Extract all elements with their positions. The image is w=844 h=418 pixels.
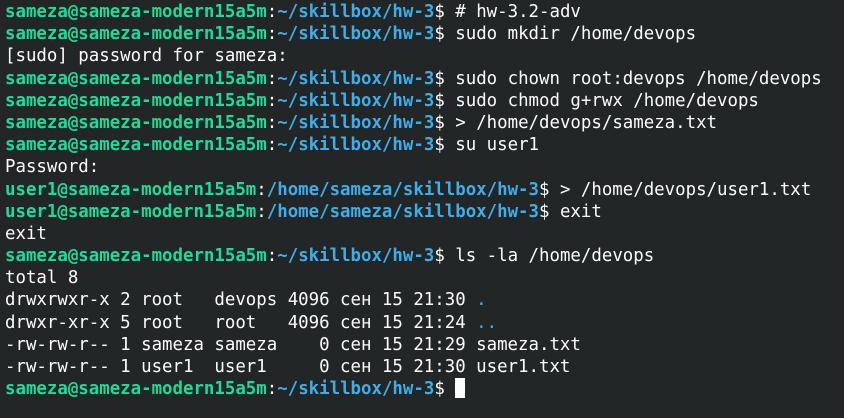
prompt-user-host: sameza@sameza-modern15a5m	[5, 379, 267, 400]
output-text: -rw-rw-r-- 1 user1 user1 0 сен 15 21:30 …	[5, 357, 571, 377]
prompt-line: sameza@sameza-modern15a5m:~/skillbox/hw-…	[5, 378, 822, 400]
prompt-symbol: $	[434, 68, 456, 89]
prompt-colon: :	[266, 246, 278, 267]
prompt-line: sameza@sameza-modern15a5m:~/skillbox/hw-…	[5, 112, 822, 134]
prompt-colon: :	[266, 68, 278, 89]
directory-name: ..	[476, 312, 498, 333]
command-text: su user1	[455, 135, 540, 156]
output-text: Password:	[5, 157, 100, 178]
terminal-cursor[interactable]	[455, 378, 466, 399]
command-text: > /home/devops/sameza.txt	[455, 112, 718, 133]
output-line: Password:	[5, 156, 822, 178]
prompt-path: ~/skillbox/hw-3	[277, 135, 435, 156]
prompt-path: /home/sameza/skillbox/hw-3	[266, 201, 539, 222]
output-line: exit	[5, 223, 822, 245]
prompt-colon: :	[266, 24, 278, 45]
prompt-colon: :	[266, 379, 278, 400]
output-line: drwxr-xr-x 5 root root 4096 сен 15 21:24…	[5, 312, 822, 334]
command-text: exit	[559, 201, 602, 222]
output-text: total 8	[5, 268, 79, 289]
prompt-line: sameza@sameza-modern15a5m:~/skillbox/hw-…	[5, 68, 822, 90]
command-text: sudo chown root:devops /home/devops	[455, 68, 822, 89]
command-text: sudo mkdir /home/devops	[455, 24, 697, 45]
command-text: sudo chmod g+rwx /home/devops	[455, 90, 759, 111]
prompt-symbol: $	[434, 379, 456, 400]
prompt-line: user1@sameza-modern15a5m:/home/sameza/sk…	[5, 179, 822, 201]
prompt-colon: :	[256, 201, 267, 222]
prompt-path: ~/skillbox/hw-3	[277, 90, 435, 111]
prompt-symbol: $	[434, 246, 456, 267]
prompt-user-host: sameza@sameza-modern15a5m	[5, 24, 267, 45]
prompt-colon: :	[266, 112, 278, 133]
prompt-path: ~/skillbox/hw-3	[277, 246, 435, 267]
prompt-symbol: $	[434, 90, 456, 111]
prompt-line: user1@sameza-modern15a5m:/home/sameza/sk…	[5, 201, 822, 223]
prompt-user-host: sameza@sameza-modern15a5m	[5, 90, 267, 111]
output-line: -rw-rw-r-- 1 user1 user1 0 сен 15 21:30 …	[5, 356, 822, 378]
prompt-line: sameza@sameza-modern15a5m:~/skillbox/hw-…	[5, 90, 822, 112]
prompt-line: sameza@sameza-modern15a5m:~/skillbox/hw-…	[5, 245, 822, 267]
prompt-colon: :	[256, 179, 267, 200]
output-text: drwxrwxr-x 2 root devops 4096 сен 15 21:…	[5, 290, 477, 311]
prompt-symbol: $	[539, 179, 560, 200]
command-text: # hw-3.2-adv	[455, 2, 581, 22]
prompt-user-host: sameza@sameza-modern15a5m	[5, 68, 267, 89]
prompt-symbol: $	[434, 135, 456, 156]
prompt-user-host: user1@sameza-modern15a5m	[5, 201, 257, 222]
prompt-symbol: $	[434, 2, 456, 22]
output-text: [sudo] password for sameza:	[5, 46, 288, 67]
command-text: > /home/devops/user1.txt	[559, 179, 812, 200]
prompt-colon: :	[266, 2, 278, 22]
output-text: exit	[5, 223, 47, 244]
prompt-user-host: sameza@sameza-modern15a5m	[5, 135, 267, 156]
output-line: -rw-rw-r-- 1 sameza sameza 0 сен 15 21:2…	[5, 334, 822, 356]
directory-name: .	[476, 290, 487, 311]
prompt-symbol: $	[434, 24, 456, 45]
prompt-line: sameza@sameza-modern15a5m:~/skillbox/hw-…	[5, 1, 822, 23]
prompt-colon: :	[266, 90, 278, 111]
prompt-path: ~/skillbox/hw-3	[277, 68, 435, 89]
prompt-path: ~/skillbox/hw-3	[277, 2, 435, 22]
prompt-path: ~/skillbox/hw-3	[277, 24, 435, 45]
terminal-output[interactable]: sameza@sameza-modern15a5m:~/skillbox/hw-…	[5, 1, 822, 400]
prompt-path: ~/skillbox/hw-3	[277, 112, 435, 133]
output-line: [sudo] password for sameza:	[5, 45, 822, 67]
prompt-colon: :	[266, 135, 278, 156]
prompt-user-host: sameza@sameza-modern15a5m	[5, 246, 267, 267]
prompt-user-host: sameza@sameza-modern15a5m	[5, 112, 267, 133]
output-text: -rw-rw-r-- 1 sameza sameza 0 сен 15 21:2…	[5, 334, 581, 355]
prompt-user-host: user1@sameza-modern15a5m	[5, 179, 257, 200]
prompt-symbol: $	[539, 201, 560, 222]
prompt-symbol: $	[434, 112, 456, 133]
prompt-user-host: sameza@sameza-modern15a5m	[5, 2, 267, 22]
prompt-line: sameza@sameza-modern15a5m:~/skillbox/hw-…	[5, 23, 822, 45]
output-text: drwxr-xr-x 5 root root 4096 сен 15 21:24	[5, 312, 477, 333]
output-line: drwxrwxr-x 2 root devops 4096 сен 15 21:…	[5, 289, 822, 311]
prompt-path: ~/skillbox/hw-3	[277, 379, 435, 400]
prompt-path: /home/sameza/skillbox/hw-3	[266, 179, 539, 200]
output-line: total 8	[5, 267, 822, 289]
prompt-line: sameza@sameza-modern15a5m:~/skillbox/hw-…	[5, 134, 822, 156]
command-text: ls -la /home/devops	[455, 246, 655, 267]
